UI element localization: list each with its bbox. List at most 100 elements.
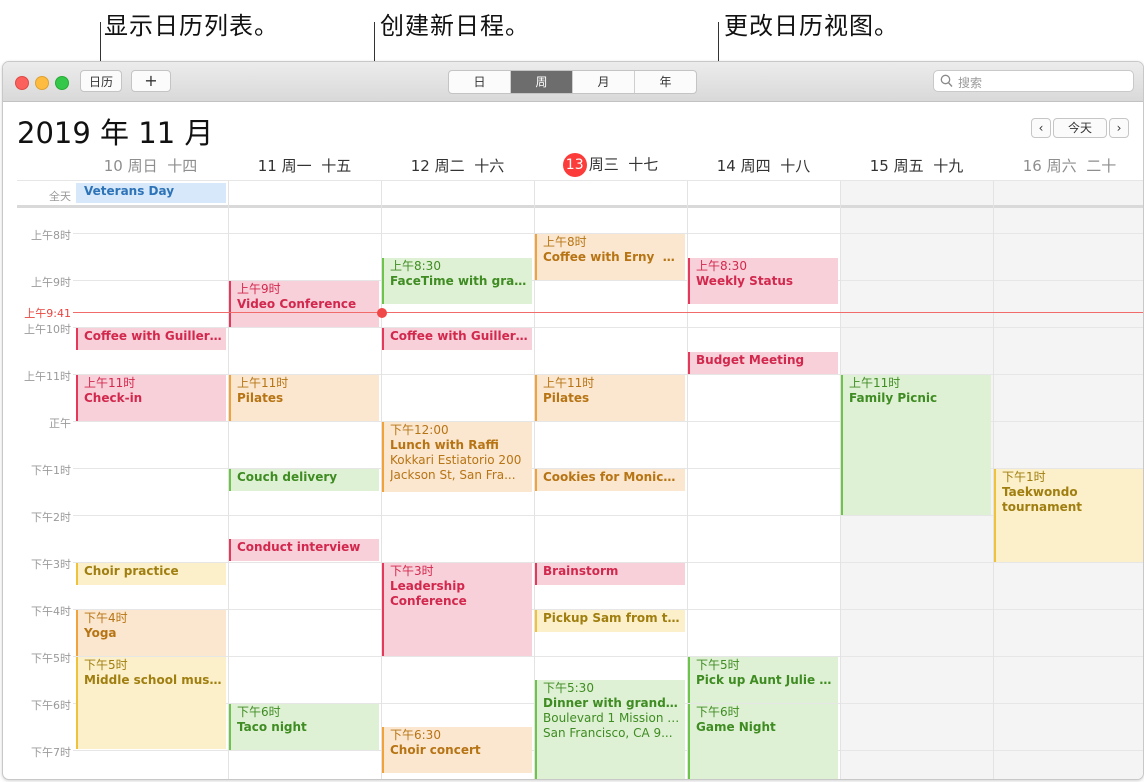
event-title: Coffee with Guillermo (390, 329, 528, 343)
view-switcher: 日 周 月 年 (448, 70, 697, 94)
allday-separator (17, 205, 1143, 208)
hour-label: 上午8时 (31, 229, 71, 242)
event-time: 下午12:00 (390, 423, 449, 437)
event-location: Kokkari Estiatorio 200 (390, 453, 522, 467)
event-time: 下午5:30 (543, 681, 594, 695)
event[interactable]: 上午9时 Video Conference (229, 281, 379, 327)
search-placeholder: 搜索 (958, 76, 983, 90)
event[interactable]: Choir practice (76, 563, 226, 585)
allday-event[interactable]: Veterans Day (76, 183, 226, 203)
event[interactable]: Pickup Sam from ta... (535, 610, 685, 632)
event[interactable]: 下午3时 Leadership Conference (382, 563, 532, 656)
callout-calendars: 显示日历列表。 (104, 12, 279, 40)
tab-year[interactable]: 年 (635, 71, 696, 93)
current-time-line (73, 312, 1143, 313)
next-week-button[interactable]: › (1109, 118, 1129, 138)
event[interactable]: 上午8时 Coffee with Erny Phi... (535, 234, 685, 280)
hour-label: 上午9时 (31, 276, 71, 289)
event[interactable]: Cookies for Monica'... (535, 469, 685, 491)
event-location: Phi... (662, 250, 681, 264)
event[interactable]: Coffee with Guillermo (382, 328, 532, 350)
event[interactable]: 上午11时 Check-in (76, 375, 226, 421)
allday-label: 全天 (49, 190, 71, 203)
callout-change-view: 更改日历视图。 (724, 12, 899, 40)
minimize-window-button[interactable] (35, 76, 49, 90)
event-title: Lunch with Raffi (390, 438, 499, 452)
event[interactable]: 下午6时 Taco night (229, 704, 379, 750)
event-title: Middle school musical (84, 673, 222, 687)
event-title: Coffee with Erny (543, 250, 655, 264)
event[interactable]: 上午8:30 FaceTime with gran... (382, 258, 532, 304)
event[interactable]: 下午6时 Game Night (688, 704, 838, 779)
hour-label: 下午1时 (31, 464, 71, 477)
hour-label: 下午5时 (31, 652, 71, 665)
day-header-sun[interactable]: 10 周日 十四 (74, 155, 227, 176)
day-header-fri[interactable]: 15 周五 十九 (840, 155, 993, 176)
grid-line (73, 515, 1143, 516)
previous-week-button[interactable]: ‹ (1031, 118, 1051, 138)
event[interactable]: Brainstorm (535, 563, 685, 585)
add-event-button[interactable]: + (131, 70, 171, 92)
event[interactable]: 下午6:30 Choir concert (382, 727, 532, 773)
event[interactable]: 下午5:30 Dinner with grandma Boulevard 1 M… (535, 680, 685, 779)
event-title: Dinner with grandma (543, 696, 681, 710)
calendar-window: 日历 + 日 周 月 年 搜索 2019 年 11 月 ‹ 今天 › 10 周日… (2, 61, 1144, 780)
event-title: Pilates (237, 391, 284, 405)
hour-label: 下午3时 (31, 558, 71, 571)
callout-new-event: 创建新日程。 (380, 12, 530, 40)
today-button[interactable]: 今天 (1053, 118, 1107, 138)
event[interactable]: 下午5时 Pick up Aunt Julie a... (688, 657, 838, 703)
event[interactable]: 下午1时 Taekwondo tournament (994, 469, 1143, 562)
event-location: San Francisco, CA 9... (543, 726, 673, 740)
event[interactable]: Coffee with Guillermo (76, 328, 226, 350)
event[interactable]: Couch delivery (229, 469, 379, 491)
event-time: 上午8时 (543, 235, 587, 249)
hour-label: 下午4时 (31, 605, 71, 618)
event[interactable]: 上午11时 Pilates (229, 375, 379, 421)
event[interactable]: 上午11时 Pilates (535, 375, 685, 421)
event-title: Yoga (84, 626, 117, 640)
month-title: 2019 年 11 月 (17, 116, 214, 150)
tab-day[interactable]: 日 (449, 71, 511, 93)
event[interactable]: Budget Meeting (688, 352, 838, 374)
day-header-thu[interactable]: 14 周四 十八 (687, 155, 840, 176)
event-title: Video Conference (237, 297, 357, 311)
event[interactable]: 上午11时 Family Picnic (841, 375, 991, 515)
event-title: Couch delivery (237, 470, 338, 484)
tab-month[interactable]: 月 (573, 71, 635, 93)
search-input[interactable]: 搜索 (933, 70, 1134, 92)
day-header-sat[interactable]: 16 周六 二十 (993, 155, 1143, 176)
close-window-button[interactable] (15, 76, 29, 90)
event[interactable]: 上午8:30 Weekly Status (688, 258, 838, 304)
event-time: 上午11时 (84, 376, 136, 390)
event-time: 下午5时 (84, 658, 128, 672)
event[interactable]: 下午12:00 Lunch with Raffi Kokkari Estiato… (382, 422, 532, 492)
event-title: Pilates (543, 391, 590, 405)
zoom-window-button[interactable] (55, 76, 69, 90)
day-header-tue[interactable]: 12 周二 十六 (381, 155, 534, 176)
day-header-wed[interactable]: 13 周三 十七 (534, 153, 687, 177)
hour-label: 下午6时 (31, 699, 71, 712)
toolbar: 日历 + 日 周 月 年 搜索 (3, 62, 1143, 102)
day-header-mon[interactable]: 11 周一 十五 (228, 155, 381, 176)
today-indicator: 13 (562, 153, 587, 177)
tab-week[interactable]: 周 (511, 71, 573, 93)
event[interactable]: 下午4时 Yoga (76, 610, 226, 656)
event-title: Game Night (696, 720, 776, 734)
event[interactable]: 下午5时 Middle school musical (76, 657, 226, 749)
event-title: Weekly Status (696, 274, 794, 288)
current-time-dot (377, 308, 387, 318)
event-title: Cookies for Monica'... (543, 470, 681, 484)
calendars-button[interactable]: 日历 (80, 70, 122, 92)
event-location: Boulevard 1 Mission St, (543, 711, 681, 725)
event-title: Coffee with Guillermo (84, 329, 222, 343)
hour-label: 下午7时 (31, 746, 71, 759)
event-title: Taco night (237, 720, 307, 734)
event-time: 下午3时 (390, 564, 434, 578)
event[interactable]: Conduct interview (229, 539, 379, 561)
event-title: Pick up Aunt Julie a... (696, 673, 834, 687)
event-title: Check-in (84, 391, 143, 405)
event-time: 下午1时 (1002, 470, 1046, 484)
event-title: Budget Meeting (696, 353, 805, 367)
event-time: 上午8:30 (390, 259, 441, 273)
